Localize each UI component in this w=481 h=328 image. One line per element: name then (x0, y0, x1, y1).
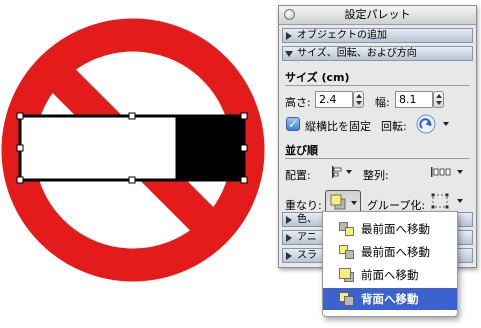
menu-item-send-to-back[interactable]: 背面へ移動 (323, 288, 457, 310)
distribute-icon (431, 167, 451, 177)
bring-forward-icon (339, 245, 354, 259)
lock-ratio-label: 縦横比を固定 (305, 120, 371, 133)
rotate-icon (416, 114, 436, 134)
height-field[interactable]: 2.4 (315, 91, 353, 108)
order-label: 重なり: (285, 199, 322, 212)
menu-item-bring-to-front[interactable]: 最前面へ移動 (323, 218, 457, 240)
height-label: 高さ: (285, 96, 311, 109)
height-stepper[interactable] (353, 91, 364, 108)
section-label: サイズ、回転、および方向 (297, 48, 417, 59)
lock-ratio-checkbox[interactable]: ✓ (286, 117, 300, 131)
handle-ne (240, 112, 248, 120)
rotate-label: 回転: (381, 120, 407, 133)
section-label: 色、 (297, 214, 317, 225)
palette-titlebar[interactable]: 設定パレット (279, 6, 476, 25)
selected-cigarette-shape[interactable] (16, 112, 248, 184)
divider (285, 158, 470, 159)
arrange-group-title: 並び順 (285, 144, 318, 157)
distribute-button[interactable] (429, 163, 465, 181)
group-button[interactable] (429, 191, 465, 211)
section-size-rotate[interactable]: サイズ、回転、および方向 (282, 46, 473, 61)
group-dropdown-arrow-icon (457, 199, 463, 203)
handle-s (128, 176, 136, 184)
size-group-title: サイズ (cm) (285, 71, 350, 84)
menu-item-label: 最前面へ移動 (361, 222, 430, 236)
cigarette-body (18, 114, 179, 182)
align-label: 配置: (285, 169, 311, 182)
palette-title: 設定パレット (344, 8, 411, 21)
menu-item-label: 最前面へ移動 (361, 245, 430, 259)
handle-w (16, 144, 24, 152)
disclosure-down-icon (285, 51, 293, 57)
handle-nw (16, 112, 24, 120)
width-field[interactable]: 8.1 (395, 91, 433, 108)
bring-to-front-icon (339, 222, 354, 236)
section-label: オブジェクトの追加 (297, 30, 387, 41)
distribute-label: 整列: (363, 169, 389, 182)
disclosure-right-icon (286, 252, 292, 260)
width-stepper[interactable] (433, 91, 444, 108)
section-label: アニ (297, 232, 317, 243)
handle-sw (16, 176, 24, 184)
layer-order-icon (330, 194, 346, 210)
handle-e (240, 144, 248, 152)
cigarette-filter (175, 114, 246, 182)
menu-item-send-backward[interactable]: 前面へ移動 (323, 264, 457, 286)
align-button[interactable] (329, 163, 353, 181)
close-icon[interactable] (284, 9, 295, 20)
disclosure-right-icon (286, 216, 292, 224)
handle-se (240, 176, 248, 184)
handle-n (128, 112, 136, 120)
disclosure-right-icon (286, 32, 292, 40)
send-to-back-icon (339, 292, 354, 306)
align-dropdown-arrow-icon (346, 170, 352, 174)
disclosure-right-icon (286, 234, 292, 242)
rotate-dropdown-arrow-icon[interactable] (443, 122, 449, 126)
rotate-button[interactable] (413, 112, 439, 136)
order-menu[interactable]: 最前面へ移動 最前面へ移動 前面へ移動 背面へ移動 (322, 211, 458, 317)
menu-item-bring-forward[interactable]: 最前面へ移動 (323, 241, 457, 263)
menu-item-label: 前面へ移動 (361, 268, 419, 282)
align-left-icon (332, 166, 342, 178)
menu-item-label: 背面へ移動 (361, 292, 419, 306)
send-backward-icon (339, 268, 354, 282)
section-object-add[interactable]: オブジェクトの追加 (282, 28, 473, 43)
section-label: スラ (297, 250, 317, 261)
width-label: 幅: (375, 96, 390, 109)
group-icon (431, 193, 449, 209)
distribute-dropdown-arrow-icon (457, 170, 463, 174)
order-dropdown-arrow-icon (351, 201, 357, 205)
divider (285, 85, 470, 86)
